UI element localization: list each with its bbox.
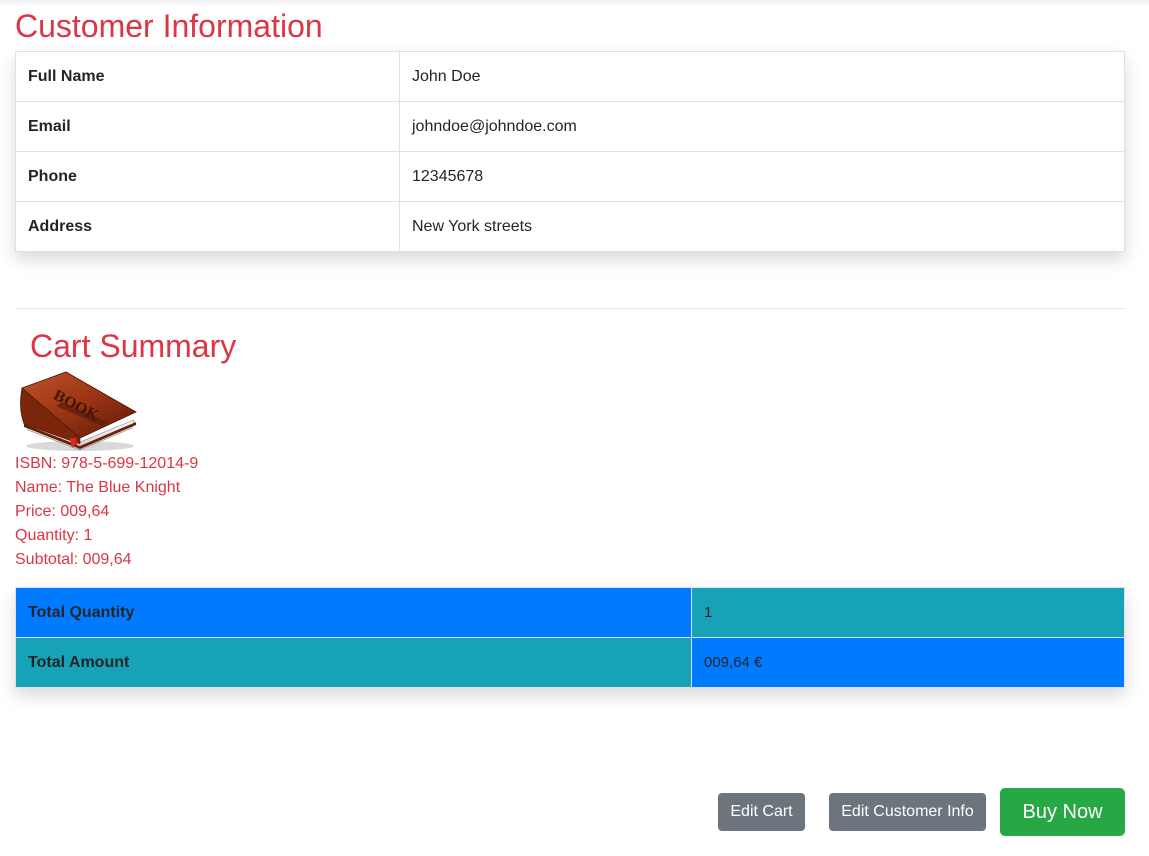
full-name-label: Full Name (15, 51, 400, 102)
full-name-value: John Doe (399, 51, 1125, 102)
item-quantity: Quantity: 1 (15, 527, 93, 544)
table-row: Full Name John Doe (15, 51, 1125, 102)
cart-totals-table: Total Quantity 1 Total Amount 009,64 € (15, 587, 1125, 688)
item-subtotal: Subtotal: 009,64 (15, 551, 132, 568)
edit-customer-info-button[interactable]: Edit Customer Info (829, 793, 986, 831)
section-divider (15, 308, 1125, 309)
email-label: Email (15, 101, 400, 152)
edit-cart-button[interactable]: Edit Cart (718, 793, 805, 831)
total-amount-value: 009,64 € (691, 637, 1125, 688)
total-quantity-value: 1 (691, 587, 1125, 638)
item-name: Name: The Blue Knight (15, 479, 181, 496)
total-amount-label: Total Amount (15, 637, 692, 688)
customer-info-title: Customer Information (15, 8, 323, 44)
item-price: Price: 009,64 (15, 503, 110, 520)
table-row: Email johndoe@johndoe.com (15, 101, 1125, 152)
buy-now-button[interactable]: Buy Now (1000, 788, 1125, 836)
cart-summary-title: Cart Summary (30, 328, 237, 364)
email-value: johndoe@johndoe.com (399, 101, 1125, 152)
table-row: Phone 12345678 (15, 151, 1125, 202)
cart-item: ISBN: 978-5-699-12014-9 Name: The Blue K… (15, 452, 198, 572)
address-label: Address (15, 201, 400, 252)
total-quantity-label: Total Quantity (15, 587, 692, 638)
address-value: New York streets (399, 201, 1125, 252)
table-row: Total Amount 009,64 € (15, 637, 1125, 688)
table-row: Address New York streets (15, 201, 1125, 252)
book-icon: BOOK (20, 371, 137, 451)
phone-label: Phone (15, 151, 400, 202)
phone-value: 12345678 (399, 151, 1125, 202)
item-isbn: ISBN: 978-5-699-12014-9 (15, 455, 199, 472)
customer-info-table: Full Name John Doe Email johndoe@johndoe… (15, 51, 1125, 252)
table-row: Total Quantity 1 (15, 587, 1125, 638)
